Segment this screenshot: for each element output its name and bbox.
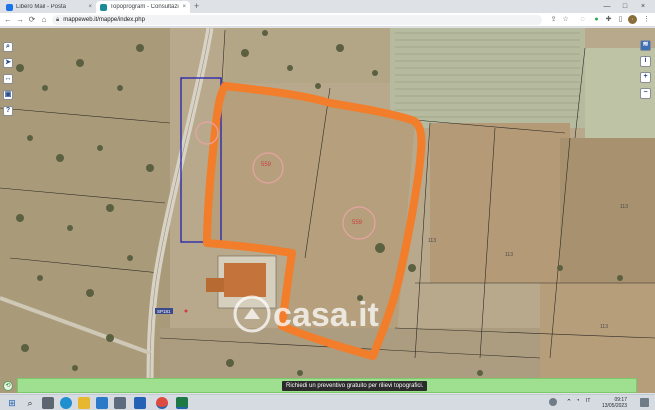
tab-topoprogram[interactable]: Topoprogram - Consultazione c… × [96,1,190,13]
vpn-icon[interactable]: ● [592,15,601,24]
mail-favicon-icon [6,3,13,11]
home-button[interactable]: ⌂ [39,14,49,26]
share-icon[interactable]: ⇪ [549,15,558,24]
help-icon[interactable]: ? [3,106,13,116]
minimize-button[interactable]: — [598,0,616,13]
start-button-icon[interactable]: ⊞ [6,397,18,409]
tab-close-icon[interactable]: × [182,4,186,10]
info-icon[interactable]: i [640,56,651,67]
forward-button[interactable]: → [15,14,25,26]
satellite-map: 559 559 113 113 113 113 SP181 casa.it [0,28,655,393]
clock[interactable]: 09:17 13/05/2023 [602,397,627,409]
chrome-icon[interactable] [156,397,168,409]
mail-icon[interactable] [96,397,108,409]
road-label: SP181 [157,309,171,314]
date: 13/05/2023 [601,403,627,409]
maximize-button[interactable]: □ [616,0,634,13]
parcel-number: 559 [261,162,272,168]
watermark-text: casa.it [273,296,379,334]
extension-icon[interactable]: ◌ [578,15,587,24]
network-tray-icon[interactable] [549,398,557,406]
map-layers-icon[interactable]: ≋ [640,40,651,51]
parcel-number: 113 [620,204,628,210]
refresh-map-icon[interactable]: ⟲ [3,381,13,391]
tab-title: Libero Mail - Posta [16,4,67,10]
store-icon[interactable] [114,397,126,409]
map-tools-right: ≋ i + − [640,40,651,104]
building-roof [224,263,266,297]
outlook-icon[interactable] [134,397,146,409]
reload-button[interactable]: ⟳ [27,14,37,26]
tab-title: Topoprogram - Consultazione c… [110,4,179,10]
parcel-number: 113 [600,324,608,330]
parcel-number: 559 [352,220,363,226]
measure-icon[interactable]: ↔ [3,74,13,84]
language-indicator[interactable]: IT [586,398,590,404]
close-window-button[interactable]: × [634,0,652,13]
chevron-up-icon[interactable]: ⌃ [566,398,572,406]
promo-banner: Richiedi un preventivo gratuito per rili… [17,378,637,393]
windows-taskbar: ⊞ ⌕ ⌃ ◔ IT 09:17 13/05/2023 [0,394,655,410]
map-tools-left: ⌕ ➤ ↔ ▣ ? [3,42,13,122]
zoom-out-icon[interactable]: − [640,88,651,99]
notifications-icon[interactable] [640,398,649,407]
edge-icon[interactable] [60,397,72,409]
quote-request-button[interactable]: Richiedi un preventivo gratuito per rili… [282,381,428,391]
vineyard-field [390,28,585,128]
address-text: mappeweb.it/mappe/index.php [63,17,145,23]
address-bar[interactable]: 🔒︎ mappeweb.it/mappe/index.php [52,15,542,25]
pointer-icon[interactable]: ➤ [3,58,13,68]
parcel-number: 113 [505,252,513,258]
bookmark-icon[interactable]: ☆ [561,15,570,24]
excel-icon[interactable] [176,397,188,409]
tab-libero-mail[interactable]: Libero Mail - Posta × [2,1,96,13]
file-explorer-icon[interactable] [78,397,90,409]
tab-strip: Libero Mail - Posta × Topoprogram - Cons… [0,0,655,13]
search-taskbar-icon[interactable]: ⌕ [24,397,36,409]
layers-icon[interactable]: ▣ [3,90,13,100]
tab-close-icon[interactable]: × [88,4,92,10]
zoom-in-icon[interactable]: + [640,72,651,83]
menu-icon[interactable]: ⋮ [642,15,651,24]
task-view-icon[interactable] [42,397,54,409]
wifi-icon[interactable]: ◔ [576,398,580,404]
new-tab-button[interactable]: + [194,1,199,11]
back-button[interactable]: ← [3,14,13,26]
sidebar-icon[interactable]: ▯ [616,15,625,24]
map-viewport[interactable]: 559 559 113 113 113 113 SP181 casa.it [0,28,655,393]
parcel-number: 113 [428,238,436,244]
topoprogram-favicon-icon [100,3,107,11]
browser-toolbar: ← → ⟳ ⌂ 🔒︎ mappeweb.it/mappe/index.php ⇪… [0,13,655,27]
profile-avatar-icon[interactable]: · [628,15,637,24]
search-icon[interactable]: ⌕ [3,42,13,52]
lock-icon: 🔒︎ [56,16,60,23]
puzzle-icon[interactable]: ✚ [604,15,613,24]
